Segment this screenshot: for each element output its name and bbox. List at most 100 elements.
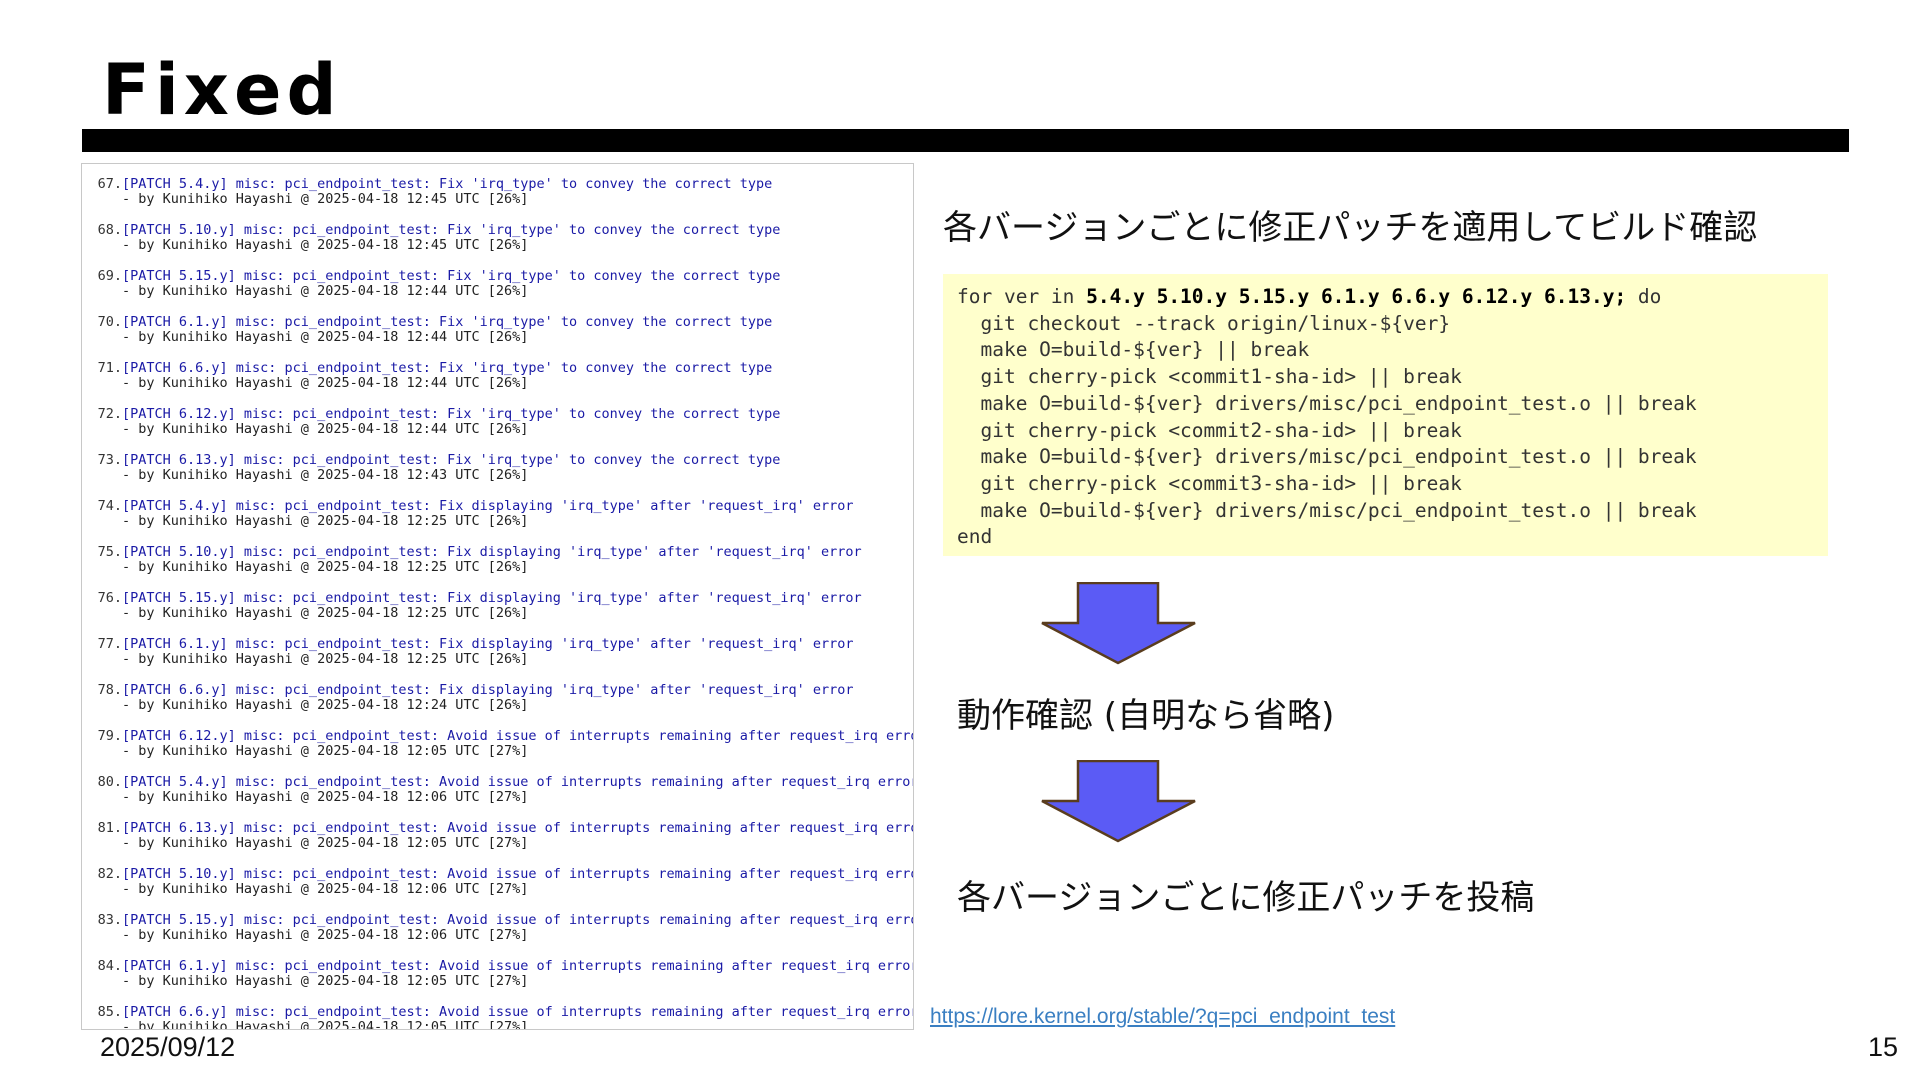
down-arrow-icon <box>1041 582 1196 665</box>
code-body: git checkout --track origin/linux-${ver}… <box>957 311 1814 551</box>
patch-meta: - by Kunihiko Hayashi @ 2025-04-18 12:45… <box>122 191 529 207</box>
down-arrow-icon <box>1041 760 1196 843</box>
footer-date: 2025/09/12 <box>100 1032 236 1062</box>
step-verify-heading: 動作確認 (自明なら省略) <box>957 696 1335 736</box>
patch-list-item: 67. [PATCH 5.4.y] misc: pci_endpoint_test… <box>82 171 913 217</box>
build-script-code-block: for ver in 5.4.y 5.10.y 5.15.y 6.1.y 6.6… <box>943 274 1828 556</box>
patch-title-link[interactable]: [PATCH 6.1.y] misc: pci_endpoint_test: A… <box>122 959 913 974</box>
patch-title-link[interactable]: [PATCH 5.15.y] misc: pci_endpoint_test: … <box>122 269 780 284</box>
patch-title-link[interactable]: [PATCH 6.6.y] misc: pci_endpoint_test: F… <box>122 683 854 698</box>
code-version-list: 5.4.y 5.10.y 5.15.y 6.1.y 6.6.y 6.12.y 6… <box>1086 285 1627 308</box>
patch-list-item: 78. [PATCH 6.6.y] misc: pci_endpoint_test… <box>82 677 913 723</box>
patch-title-link[interactable]: [PATCH 6.1.y] misc: pci_endpoint_test: F… <box>122 315 772 330</box>
patch-title-link[interactable]: [PATCH 6.13.y] misc: pci_endpoint_test: … <box>122 453 780 468</box>
patch-meta: - by Kunihiko Hayashi @ 2025-04-18 12:06… <box>122 927 529 943</box>
patch-title-link[interactable]: [PATCH 5.4.y] misc: pci_endpoint_test: F… <box>122 177 772 192</box>
patch-number: 80. <box>97 774 122 790</box>
patch-title-link[interactable]: [PATCH 5.10.y] misc: pci_endpoint_test: … <box>122 545 862 560</box>
patch-title-link[interactable]: [PATCH 6.1.y] misc: pci_endpoint_test: F… <box>122 637 854 652</box>
patch-number: 82. <box>97 866 122 882</box>
code-line: make O=build-${ver} drivers/misc/pci_end… <box>957 391 1697 415</box>
patch-list-item: 68. [PATCH 5.10.y] misc: pci_endpoint_tes… <box>82 217 913 263</box>
patch-title-link[interactable]: [PATCH 5.15.y] misc: pci_endpoint_test: … <box>122 913 913 928</box>
patch-list-item: 76. [PATCH 5.15.y] misc: pci_endpoint_tes… <box>82 585 913 631</box>
code-for-keyword: for ver in <box>957 285 1087 308</box>
code-line: make O=build-${ver} || break <box>957 338 1310 362</box>
code-line: make O=build-${ver} drivers/misc/pci_end… <box>957 498 1697 522</box>
patch-number: 83. <box>97 912 122 928</box>
code-line: make O=build-${ver} drivers/misc/pci_end… <box>957 445 1697 469</box>
patch-meta: - by Kunihiko Hayashi @ 2025-04-18 12:06… <box>122 881 529 897</box>
code-line: git checkout --track origin/linux-${ver} <box>957 311 1451 335</box>
code-line: git cherry-pick <commit3-sha-id> || brea… <box>957 471 1462 495</box>
patch-meta: - by Kunihiko Hayashi @ 2025-04-18 12:05… <box>122 743 529 759</box>
patch-number: 71. <box>97 360 122 376</box>
patch-title-link[interactable]: [PATCH 5.4.y] misc: pci_endpoint_test: F… <box>122 499 854 514</box>
patch-title-link[interactable]: [PATCH 6.6.y] misc: pci_endpoint_test: F… <box>122 361 772 376</box>
patch-number: 79. <box>97 728 122 744</box>
patch-number: 78. <box>97 682 122 698</box>
patch-number: 69. <box>97 268 122 284</box>
patch-number: 85. <box>97 1004 122 1020</box>
patch-number: 81. <box>97 820 122 836</box>
code-do-keyword: do <box>1626 285 1662 308</box>
code-line: git cherry-pick <commit2-sha-id> || brea… <box>957 418 1462 442</box>
patch-list-item: 77. [PATCH 6.1.y] misc: pci_endpoint_test… <box>82 631 913 677</box>
patch-list-screenshot: 67. [PATCH 5.4.y] misc: pci_endpoint_test… <box>81 163 914 1030</box>
patch-list-item: 70. [PATCH 6.1.y] misc: pci_endpoint_test… <box>82 309 913 355</box>
patch-number: 84. <box>97 958 122 974</box>
patch-number: 73. <box>97 452 122 468</box>
patch-meta: - by Kunihiko Hayashi @ 2025-04-18 12:24… <box>122 697 529 713</box>
patch-title-link[interactable]: [PATCH 6.13.y] misc: pci_endpoint_test: … <box>122 821 913 836</box>
patch-list-item: 79. [PATCH 6.12.y] misc: pci_endpoint_tes… <box>82 723 913 769</box>
patch-number: 67. <box>97 176 122 192</box>
patch-number: 76. <box>97 590 122 606</box>
patch-title-link[interactable]: [PATCH 6.6.y] misc: pci_endpoint_test: A… <box>122 1005 913 1020</box>
patch-number: 70. <box>97 314 122 330</box>
patch-meta: - by Kunihiko Hayashi @ 2025-04-18 12:44… <box>122 283 529 299</box>
code-line: git cherry-pick <commit1-sha-id> || brea… <box>957 365 1462 389</box>
patch-meta: - by Kunihiko Hayashi @ 2025-04-18 12:05… <box>122 1019 529 1030</box>
step-post-heading: 各バージョンごとに修正パッチを投稿 <box>957 878 1535 918</box>
patch-title-link[interactable]: [PATCH 6.12.y] misc: pci_endpoint_test: … <box>122 729 913 744</box>
patch-meta: - by Kunihiko Hayashi @ 2025-04-18 12:45… <box>122 237 529 253</box>
patch-title-link[interactable]: [PATCH 6.12.y] misc: pci_endpoint_test: … <box>122 407 780 422</box>
patch-list-item: 71. [PATCH 6.6.y] misc: pci_endpoint_test… <box>82 355 913 401</box>
patch-meta: - by Kunihiko Hayashi @ 2025-04-18 12:25… <box>122 513 529 529</box>
patch-meta: - by Kunihiko Hayashi @ 2025-04-18 12:25… <box>122 605 529 621</box>
code-line: end <box>957 525 993 549</box>
patch-meta: - by Kunihiko Hayashi @ 2025-04-18 12:05… <box>122 973 529 989</box>
patch-title-link[interactable]: [PATCH 5.4.y] misc: pci_endpoint_test: A… <box>122 775 913 790</box>
patch-title-link[interactable]: [PATCH 5.10.y] misc: pci_endpoint_test: … <box>122 867 913 882</box>
patch-list-item: 85. [PATCH 6.6.y] misc: pci_endpoint_test… <box>82 999 913 1030</box>
patch-list-item: 84. [PATCH 6.1.y] misc: pci_endpoint_test… <box>82 953 913 999</box>
patch-meta: - by Kunihiko Hayashi @ 2025-04-18 12:44… <box>122 421 529 437</box>
slide-title: Fixed <box>102 49 342 131</box>
patch-list-item: 75. [PATCH 5.10.y] misc: pci_endpoint_tes… <box>82 539 913 585</box>
patch-number: 77. <box>97 636 122 652</box>
patch-list-item: 73. [PATCH 6.13.y] misc: pci_endpoint_tes… <box>82 447 913 493</box>
patch-list-item: 69. [PATCH 5.15.y] misc: pci_endpoint_tes… <box>82 263 913 309</box>
code-line-for: for ver in 5.4.y 5.10.y 5.15.y 6.1.y 6.6… <box>957 284 1814 311</box>
patch-list-item: 83. [PATCH 5.15.y] misc: pci_endpoint_tes… <box>82 907 913 953</box>
title-underline-bar <box>82 129 1849 152</box>
patch-meta: - by Kunihiko Hayashi @ 2025-04-18 12:44… <box>122 329 529 345</box>
patch-title-link[interactable]: [PATCH 5.15.y] misc: pci_endpoint_test: … <box>122 591 862 606</box>
patch-meta: - by Kunihiko Hayashi @ 2025-04-18 12:44… <box>122 375 529 391</box>
patch-title-link[interactable]: [PATCH 5.10.y] misc: pci_endpoint_test: … <box>122 223 780 238</box>
patch-meta: - by Kunihiko Hayashi @ 2025-04-18 12:06… <box>122 789 529 805</box>
patch-list-item: 80. [PATCH 5.4.y] misc: pci_endpoint_test… <box>82 769 913 815</box>
patch-number: 74. <box>97 498 122 514</box>
patch-list-item: 82. [PATCH 5.10.y] misc: pci_endpoint_tes… <box>82 861 913 907</box>
patch-number: 72. <box>97 406 122 422</box>
step-build-heading: 各バージョンごとに修正パッチを適用してビルド確認 <box>943 208 1758 248</box>
lore-kernel-link[interactable]: https://lore.kernel.org/stable/?q=pci_en… <box>930 1005 1395 1029</box>
patch-meta: - by Kunihiko Hayashi @ 2025-04-18 12:25… <box>122 559 529 575</box>
patch-number: 68. <box>97 222 122 238</box>
patch-number: 75. <box>97 544 122 560</box>
page-number: 15 <box>1867 1032 1898 1062</box>
patch-list-item: 81. [PATCH 6.13.y] misc: pci_endpoint_tes… <box>82 815 913 861</box>
patch-meta: - by Kunihiko Hayashi @ 2025-04-18 12:43… <box>122 467 529 483</box>
patch-meta: - by Kunihiko Hayashi @ 2025-04-18 12:25… <box>122 651 529 667</box>
patch-list-item: 72. [PATCH 6.12.y] misc: pci_endpoint_tes… <box>82 401 913 447</box>
